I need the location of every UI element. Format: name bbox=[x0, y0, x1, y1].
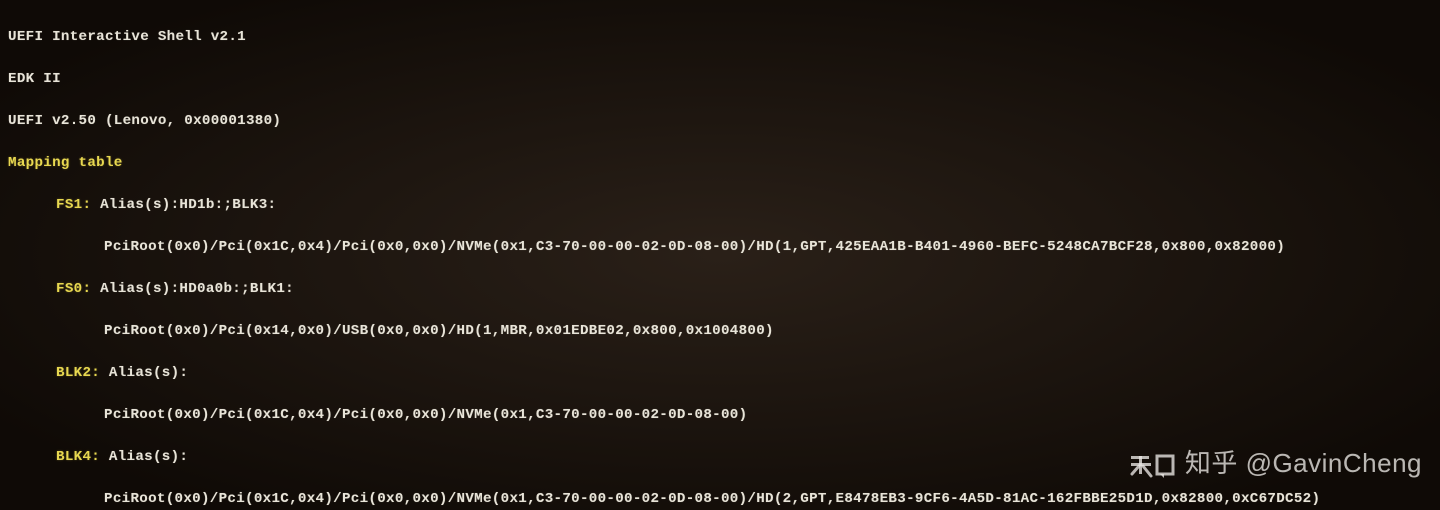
map-name: BLK2: bbox=[56, 365, 100, 381]
map-alias: Alias(s): bbox=[100, 365, 188, 381]
map-path: PciRoot(0x0)/Pci(0x1C,0x4)/Pci(0x0,0x0)/… bbox=[8, 489, 1432, 510]
map-entry-blk2: BLK2: Alias(s): bbox=[8, 363, 1432, 384]
map-alias: Alias(s):HD1b:;BLK3: bbox=[91, 197, 276, 213]
map-path: PciRoot(0x0)/Pci(0x1C,0x4)/Pci(0x0,0x0)/… bbox=[8, 405, 1432, 426]
map-alias: Alias(s): bbox=[100, 449, 188, 465]
map-name: BLK4: bbox=[56, 449, 100, 465]
shell-title: UEFI Interactive Shell v2.1 bbox=[8, 27, 1432, 48]
map-name: FS1: bbox=[56, 197, 91, 213]
uefi-version: UEFI v2.50 (Lenovo, 0x00001380) bbox=[8, 111, 1432, 132]
map-path: PciRoot(0x0)/Pci(0x14,0x0)/USB(0x0,0x0)/… bbox=[8, 321, 1432, 342]
map-path: PciRoot(0x0)/Pci(0x1C,0x4)/Pci(0x0,0x0)/… bbox=[8, 237, 1432, 258]
map-entry-fs0: FS0: Alias(s):HD0a0b:;BLK1: bbox=[8, 279, 1432, 300]
map-entry-fs1: FS1: Alias(s):HD1b:;BLK3: bbox=[8, 195, 1432, 216]
watermark-text: 知乎 @GavinCheng bbox=[1185, 444, 1422, 482]
mapping-table-header: Mapping table bbox=[8, 153, 1432, 174]
map-alias: Alias(s):HD0a0b:;BLK1: bbox=[91, 281, 294, 297]
uefi-shell-terminal: UEFI Interactive Shell v2.1 EDK II UEFI … bbox=[8, 6, 1432, 510]
map-name: FS0: bbox=[56, 281, 91, 297]
edk-label: EDK II bbox=[8, 69, 1432, 90]
zhihu-logo-icon bbox=[1129, 450, 1177, 476]
watermark: 知乎 @GavinCheng bbox=[1129, 444, 1422, 482]
